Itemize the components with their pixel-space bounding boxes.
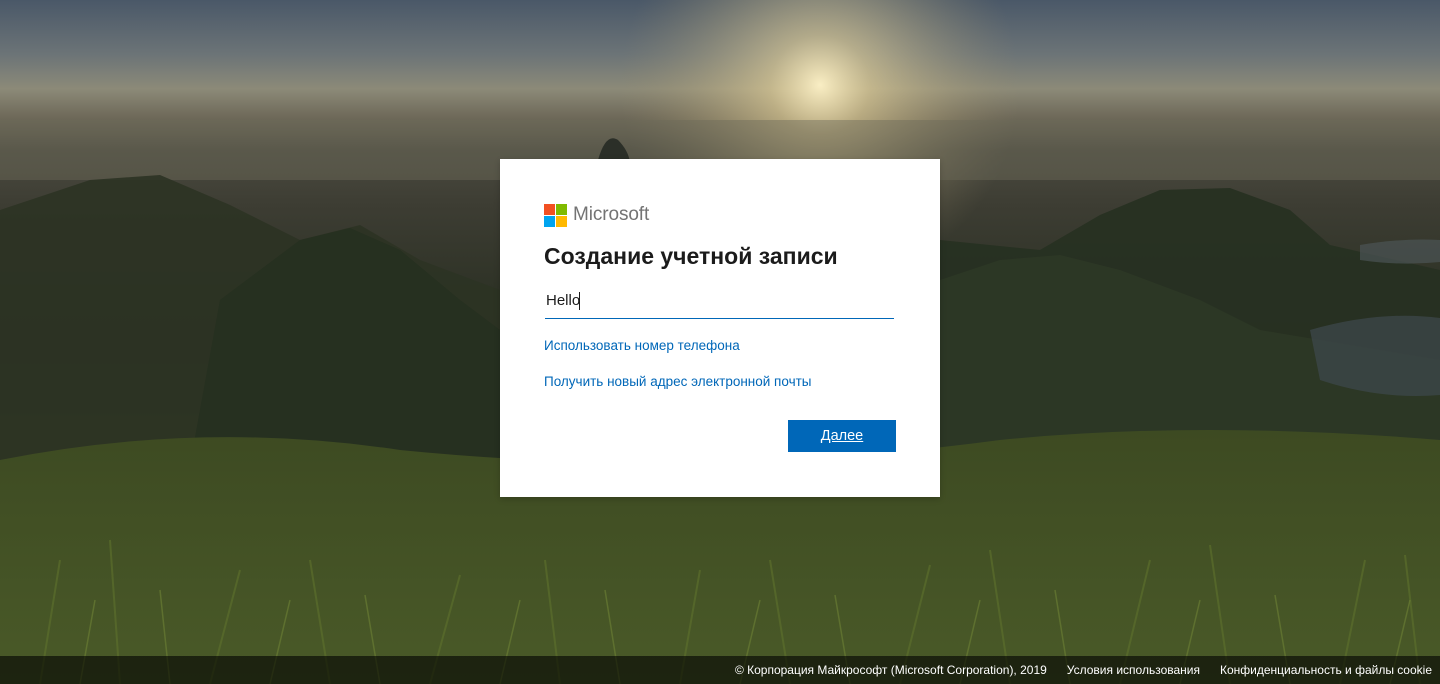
logo-square-yellow	[556, 215, 567, 227]
page-title: Создание учетной записи	[544, 243, 838, 269]
logo-square-red	[544, 203, 555, 215]
text-caret	[579, 292, 580, 310]
microsoft-logo: Microsoft	[544, 203, 649, 227]
logo-square-blue	[544, 215, 555, 227]
footer-terms-link[interactable]: Условия использования	[1067, 663, 1200, 677]
logo-wordmark: Microsoft	[573, 204, 650, 225]
email-field-container	[545, 285, 894, 319]
logo-square-green	[556, 203, 567, 215]
get-new-email-link[interactable]: Получить новый адрес электронной почты	[544, 374, 812, 389]
footer-privacy-link[interactable]: Конфиденциальность и файлы cookie	[1220, 663, 1432, 677]
signup-card: Microsoft Создание учетной записи Исполь…	[500, 159, 940, 497]
use-phone-number-link[interactable]: Использовать номер телефона	[544, 338, 740, 353]
footer-copyright: © Корпорация Майкрософт (Microsoft Corpo…	[734, 663, 1047, 677]
microsoft-logo-icon	[544, 203, 567, 227]
email-input[interactable]	[546, 285, 886, 315]
next-button[interactable]: Далее	[788, 420, 896, 452]
footer: © Корпорация Майкрософт (Microsoft Corpo…	[0, 656, 1440, 684]
